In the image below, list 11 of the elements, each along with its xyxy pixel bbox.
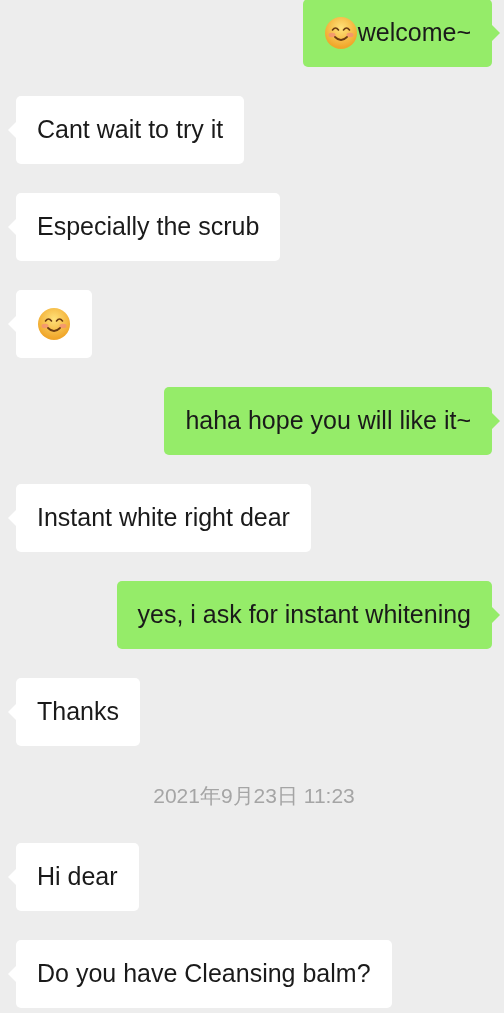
message-bubble: haha hope you will like it~ xyxy=(164,387,500,455)
message-bubble: Hi dear xyxy=(8,842,139,911)
message-text: welcome~ xyxy=(357,17,471,49)
bubble-tail xyxy=(492,25,500,41)
message-bubble: Instant white right dear xyxy=(8,484,311,552)
timestamp: 2021年9月23日 11:23 xyxy=(153,783,355,809)
message-bubble: Thanks xyxy=(8,678,140,746)
message-bubble: Do you have Cleansing balm? xyxy=(8,939,392,1008)
message-bubble: Cant wait to try it xyxy=(8,96,245,164)
message-bubble: Especially the scrub xyxy=(8,193,281,261)
message-bubble: yes, i ask for instant whitening xyxy=(116,581,500,649)
